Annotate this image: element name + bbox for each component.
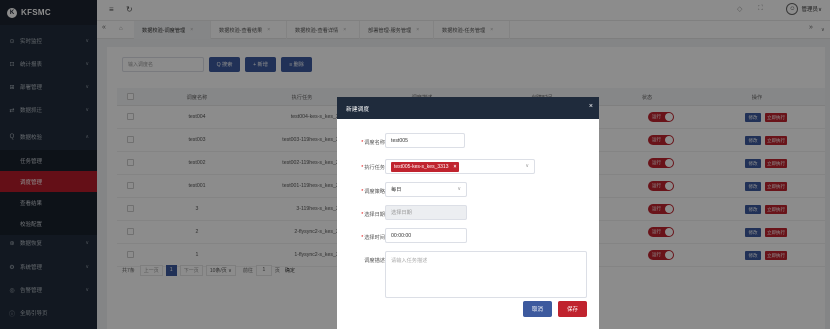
schedule-strategy-label: *调度策略	[337, 188, 385, 195]
dialog-title: 新建调度	[346, 106, 370, 113]
required-mark: *	[361, 212, 364, 218]
schedule-strategy-select[interactable]: 每日 ∨	[385, 182, 467, 197]
chevron-down-icon: ∨	[525, 163, 529, 169]
dialog-header: 新建调度 ×	[337, 97, 599, 119]
required-mark: *	[361, 189, 364, 195]
new-schedule-dialog: 新建调度 × *调度名称 test005 *执行任务 test005-kes-s…	[337, 97, 599, 329]
required-mark: *	[361, 235, 364, 241]
schedule-name-label: *调度名称	[337, 139, 385, 146]
cancel-button[interactable]: 取消	[523, 301, 552, 317]
close-icon[interactable]: ×	[589, 103, 593, 110]
tag-close-icon[interactable]: ×	[453, 164, 456, 170]
chevron-down-icon: ∨	[457, 186, 461, 192]
save-button[interactable]: 保存	[558, 301, 587, 317]
date-picker[interactable]: 选择日期	[385, 205, 467, 220]
tag-label: test005-kes-s_kes_3313	[394, 163, 449, 170]
select-time-label: *选择时间	[337, 234, 385, 241]
schedule-desc-label: 调度描述	[364, 258, 385, 264]
execute-task-select[interactable]: test005-kes-s_kes_3313 × ∨	[385, 159, 535, 174]
label-text: 调度策略	[364, 189, 385, 195]
required-mark: *	[361, 165, 364, 171]
required-mark: *	[361, 140, 364, 146]
label-text: 调度名称	[364, 140, 385, 146]
schedule-desc-textarea[interactable]: 请输入任务描述	[385, 251, 587, 298]
schedule-name-field[interactable]: test005	[385, 133, 465, 148]
execute-task-label: *执行任务	[337, 164, 385, 171]
label-text: 选择日期	[364, 212, 385, 218]
label-text: 选择时间	[364, 235, 385, 241]
select-date-label: *选择日期	[337, 211, 385, 218]
selected-task-tag: test005-kes-s_kes_3313 ×	[391, 161, 460, 172]
time-picker[interactable]: 00:00:00	[385, 228, 467, 243]
select-value: 每日	[391, 187, 402, 193]
label-text: 执行任务	[364, 165, 385, 171]
